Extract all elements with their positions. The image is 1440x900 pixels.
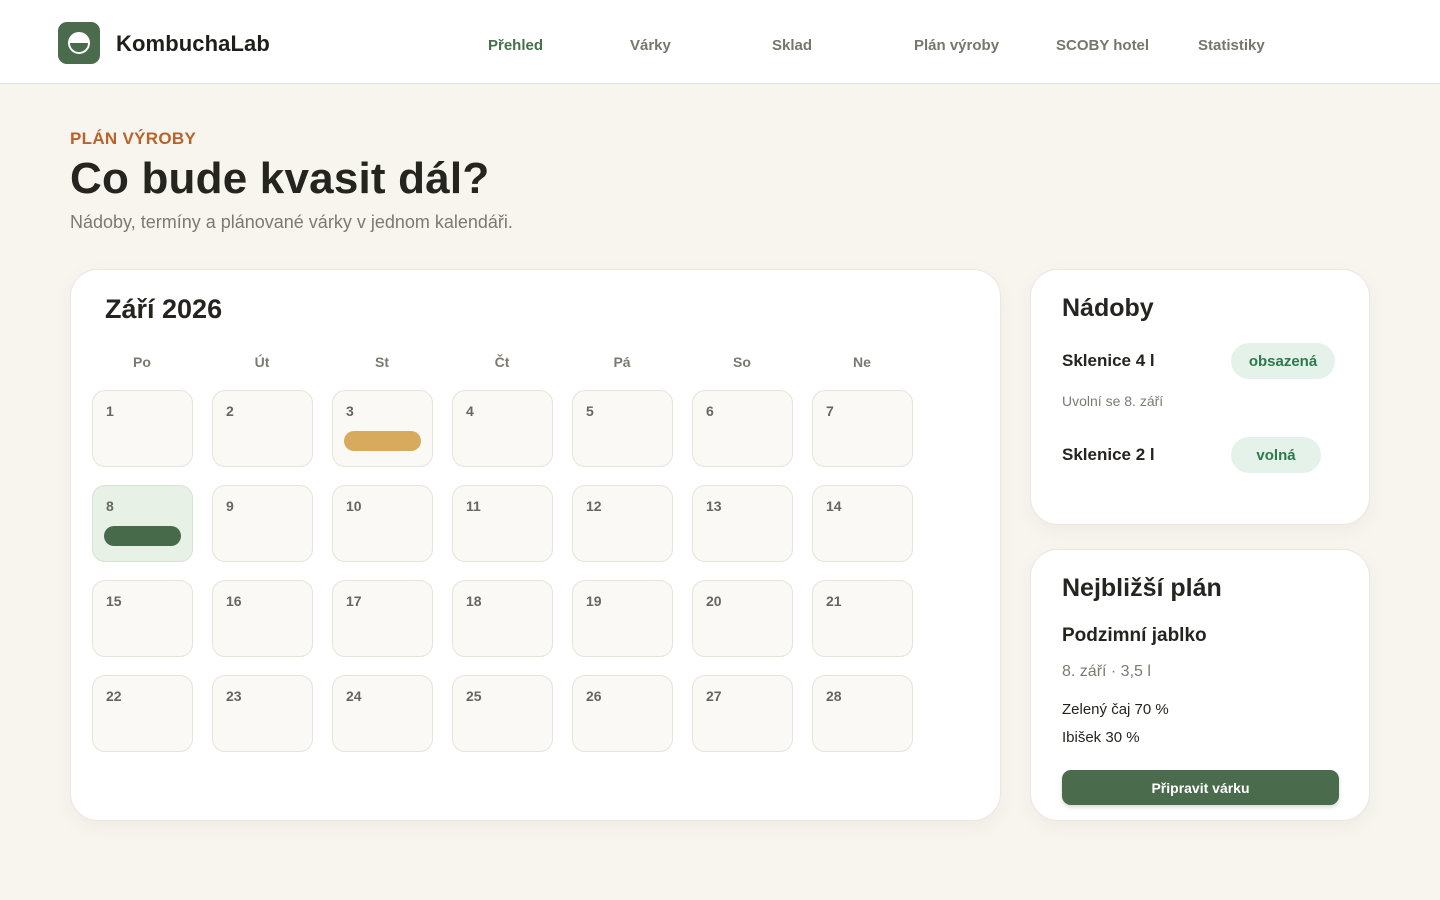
day-number: 6 <box>706 403 714 419</box>
day-number: 27 <box>706 688 722 704</box>
day-number: 10 <box>346 498 362 514</box>
calendar-day[interactable]: 28 <box>812 675 913 752</box>
vessels-card: Nádoby Sklenice 4 l obsazená Uvolní se 8… <box>1030 269 1370 525</box>
vessel-name: Sklenice 4 l <box>1062 351 1155 370</box>
weekday-label: St <box>375 354 389 370</box>
calendar-day[interactable]: 12 <box>572 485 673 562</box>
vessels-title: Nádoby <box>1062 294 1154 322</box>
day-number: 13 <box>706 498 722 514</box>
calendar-day[interactable]: 18 <box>452 580 553 657</box>
top-header: KombuchaLab Přehled Várky Sklad Plán výr… <box>0 0 1440 84</box>
prepare-batch-button[interactable]: Připravit várku <box>1062 770 1339 805</box>
day-number: 1 <box>106 403 114 419</box>
day-number: 19 <box>586 593 602 609</box>
vessel-name: Sklenice 2 l <box>1062 445 1155 464</box>
calendar-day[interactable]: 25 <box>452 675 553 752</box>
calendar-day[interactable]: 21 <box>812 580 913 657</box>
day-number: 11 <box>466 498 481 514</box>
page-subtitle: Nádoby, termíny a plánované várky v jedn… <box>70 212 513 232</box>
calendar-day[interactable]: 1 <box>92 390 193 467</box>
nav-item-varky[interactable]: Várky <box>630 37 671 54</box>
day-number: 4 <box>466 403 474 419</box>
nav-item-statistiky[interactable]: Statistiky <box>1198 37 1265 54</box>
status-badge: volná <box>1231 437 1321 473</box>
nav-item-sklad[interactable]: Sklad <box>772 37 812 54</box>
calendar-day[interactable]: 20 <box>692 580 793 657</box>
day-number: 21 <box>826 593 842 609</box>
day-number: 16 <box>226 593 242 609</box>
weekday-label: So <box>733 354 751 370</box>
calendar-day[interactable]: 3 <box>332 390 433 467</box>
ingredient-item: Zelený čaj 70 % <box>1062 701 1169 718</box>
day-number: 23 <box>226 688 242 704</box>
day-number: 14 <box>826 498 842 514</box>
calendar-day[interactable]: 15 <box>92 580 193 657</box>
day-number: 25 <box>466 688 482 704</box>
calendar-day[interactable]: 14 <box>812 485 913 562</box>
calendar-day[interactable]: 22 <box>92 675 193 752</box>
ingredient-item: Ibišek 30 % <box>1062 729 1140 746</box>
calendar-day[interactable]: 16 <box>212 580 313 657</box>
day-number: 22 <box>106 688 122 704</box>
plan-name: Podzimní jablko <box>1062 625 1207 646</box>
calendar-day-highlighted[interactable]: 8 <box>92 485 193 562</box>
calendar-day[interactable]: 4 <box>452 390 553 467</box>
calendar-card: Září 2026 Po Út St Čt Pá So Ne 1 2 3 4 5… <box>70 269 1001 821</box>
day-number: 26 <box>586 688 602 704</box>
weekday-label: Čt <box>494 354 510 370</box>
weekday-label: Pá <box>613 354 631 370</box>
day-number: 17 <box>346 593 362 609</box>
event-pill[interactable] <box>104 526 181 546</box>
calendar-day[interactable]: 9 <box>212 485 313 562</box>
day-number: 3 <box>346 403 354 419</box>
kombucha-jar-icon[interactable] <box>58 22 100 64</box>
weekday-label: Po <box>133 354 151 370</box>
calendar-day[interactable]: 10 <box>332 485 433 562</box>
day-number: 18 <box>466 593 482 609</box>
calendar-day[interactable]: 2 <box>212 390 313 467</box>
day-number: 28 <box>826 688 842 704</box>
calendar-day[interactable]: 6 <box>692 390 793 467</box>
calendar-day[interactable]: 19 <box>572 580 673 657</box>
event-pill[interactable] <box>344 431 421 451</box>
day-number: 12 <box>586 498 602 514</box>
next-plan-title: Nejbližší plán <box>1062 574 1222 602</box>
day-number: 2 <box>226 403 234 419</box>
section-eyebrow: PLÁN VÝROBY <box>70 129 197 148</box>
logo-disc <box>68 32 90 54</box>
calendar-day[interactable]: 24 <box>332 675 433 752</box>
plan-meta: 8. září · 3,5 l <box>1062 663 1151 680</box>
day-number: 9 <box>226 498 234 514</box>
status-badge: obsazená <box>1231 343 1335 379</box>
day-number: 15 <box>106 593 122 609</box>
calendar-day[interactable]: 26 <box>572 675 673 752</box>
weekday-label: Út <box>254 354 270 370</box>
day-number: 24 <box>346 688 362 704</box>
day-number: 8 <box>106 498 114 514</box>
calendar-day[interactable]: 7 <box>812 390 913 467</box>
calendar-day[interactable]: 23 <box>212 675 313 752</box>
weekday-label: Ne <box>853 354 871 370</box>
next-plan-card: Nejbližší plán Podzimní jablko 8. září ·… <box>1030 549 1370 821</box>
day-number: 5 <box>586 403 594 419</box>
day-number: 7 <box>826 403 834 419</box>
day-number: 20 <box>706 593 722 609</box>
page-title: Co bude kvasit dál? <box>70 154 490 203</box>
app-name[interactable]: KombuchaLab <box>116 31 270 57</box>
calendar-day[interactable]: 11 <box>452 485 553 562</box>
nav-item-scoby-hotel[interactable]: SCOBY hotel <box>1056 37 1149 54</box>
calendar-day[interactable]: 27 <box>692 675 793 752</box>
calendar-day[interactable]: 17 <box>332 580 433 657</box>
calendar-day[interactable]: 13 <box>692 485 793 562</box>
nav-item-plan-vyroby[interactable]: Plán výroby <box>914 37 999 54</box>
vessel-note: Uvolní se 8. září <box>1062 393 1164 409</box>
calendar-day[interactable]: 5 <box>572 390 673 467</box>
nav-item-prehled[interactable]: Přehled <box>488 37 543 54</box>
calendar-month-title: Září 2026 <box>105 294 223 324</box>
